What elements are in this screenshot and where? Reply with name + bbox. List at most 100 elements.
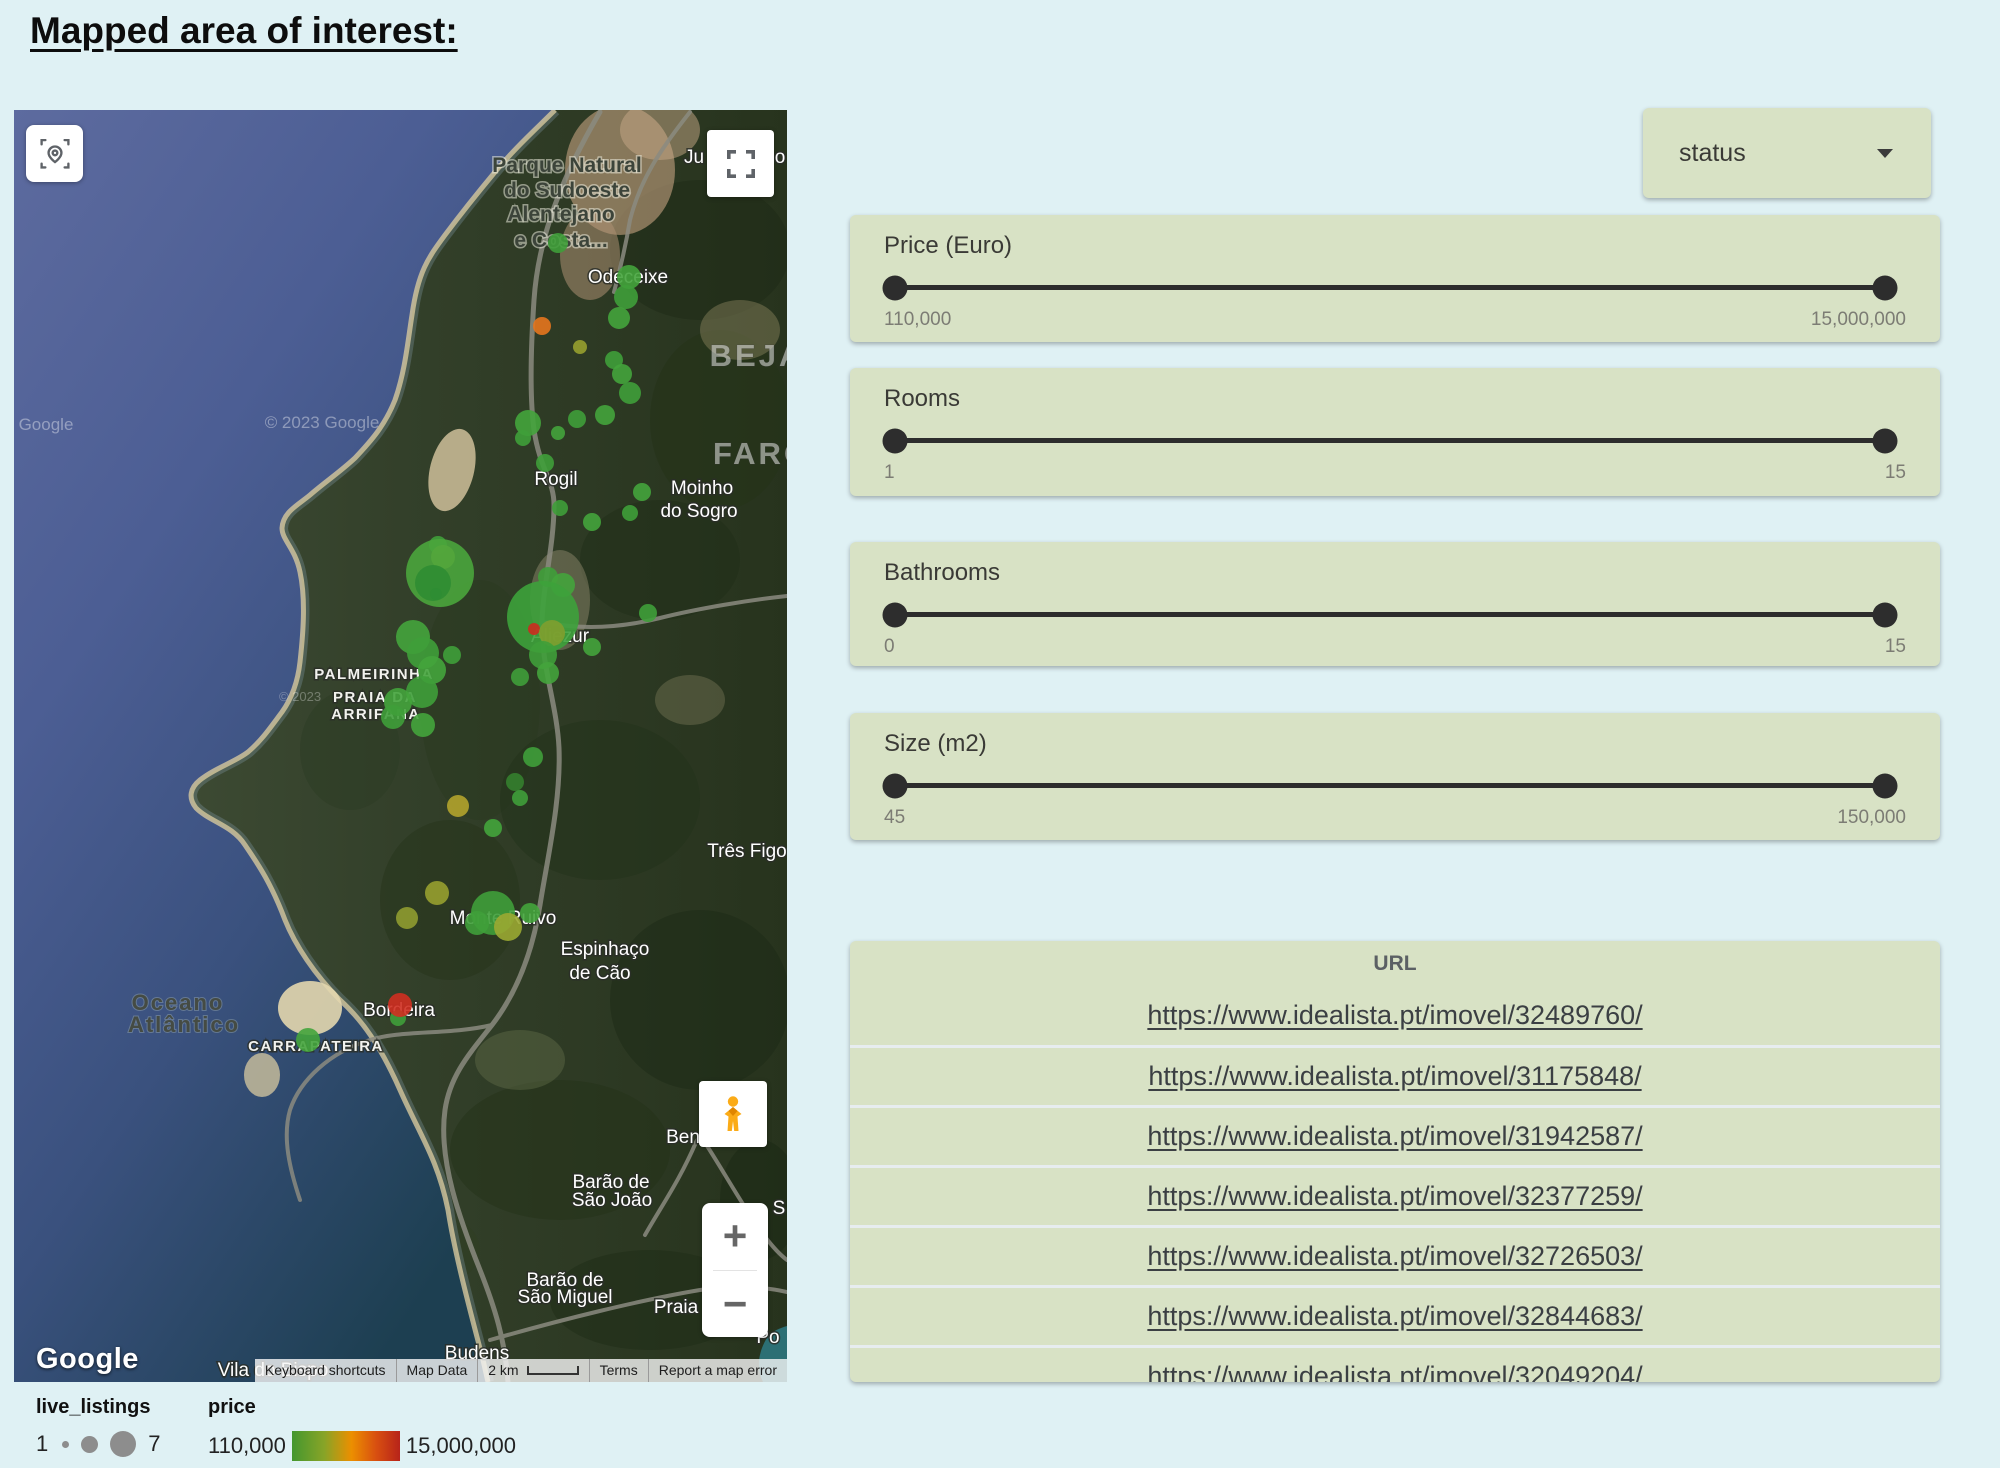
map-label: BEJA (710, 338, 787, 373)
map-point[interactable] (512, 790, 528, 806)
url-link[interactable]: https://www.idealista.pt/imovel/32726503… (1147, 1241, 1642, 1272)
map-label: Praia (654, 1297, 699, 1318)
price-legend-title: price (208, 1396, 516, 1419)
map-data-link[interactable]: Map Data (396, 1359, 478, 1382)
rooms-slider-track[interactable] (895, 438, 1885, 443)
pegman-button[interactable] (699, 1081, 767, 1147)
url-table: URL https://www.idealista.pt/imovel/3248… (850, 941, 1940, 1382)
size-slider-handle-min[interactable] (883, 773, 908, 798)
table-row: https://www.idealista.pt/imovel/31942587… (850, 1105, 1940, 1165)
map-point[interactable] (583, 513, 601, 531)
map-point[interactable] (614, 285, 638, 309)
map-label: de Cão (569, 963, 630, 984)
map-point[interactable] (523, 747, 543, 767)
map-point[interactable] (447, 795, 469, 817)
map-point[interactable] (465, 911, 489, 935)
bathrooms-slider-track[interactable] (895, 612, 1885, 617)
rooms-slider-handle-min[interactable] (883, 428, 908, 453)
url-link[interactable]: https://www.idealista.pt/imovel/31175848… (1148, 1061, 1641, 1092)
terms-link[interactable]: Terms (589, 1359, 648, 1382)
map-point[interactable] (595, 405, 615, 425)
bathrooms-slider-handle-max[interactable] (1873, 602, 1898, 627)
size-legend-min: 1 (36, 1431, 48, 1457)
map-point[interactable] (608, 307, 630, 329)
location-select-icon (40, 139, 70, 169)
price-slider-track[interactable] (895, 285, 1885, 290)
map-point[interactable] (396, 907, 418, 929)
map-label: Moinho (671, 478, 733, 499)
map-point[interactable] (515, 430, 531, 446)
map-point[interactable] (520, 903, 540, 923)
keyboard-shortcuts-link[interactable]: Keyboard shortcuts (255, 1359, 396, 1382)
map-point[interactable] (573, 340, 587, 354)
price-legend: price 110,000 15,000,000 (208, 1396, 516, 1461)
map-label: Alentejano (507, 203, 614, 226)
url-link[interactable]: https://www.idealista.pt/imovel/32049204… (1147, 1361, 1642, 1382)
google-logo[interactable]: Google (36, 1343, 139, 1376)
map-label: do Sogro (660, 501, 737, 522)
url-link[interactable]: https://www.idealista.pt/imovel/32844683… (1147, 1301, 1642, 1332)
rooms-slider-handle-max[interactable] (1873, 428, 1898, 453)
select-area-button[interactable] (26, 125, 83, 182)
rooms-min-value: 1 (884, 462, 895, 484)
url-link[interactable]: https://www.idealista.pt/imovel/32377259… (1147, 1181, 1642, 1212)
url-link[interactable]: https://www.idealista.pt/imovel/32489760… (1147, 1000, 1642, 1031)
table-row: https://www.idealista.pt/imovel/32726503… (850, 1225, 1940, 1285)
map-point[interactable] (388, 993, 412, 1017)
map-point[interactable] (633, 483, 651, 501)
price-slider-handle-max[interactable] (1873, 275, 1898, 300)
map-point[interactable] (533, 317, 551, 335)
table-row: https://www.idealista.pt/imovel/32489760… (850, 985, 1940, 1045)
zoom-out-button[interactable]: − (702, 1271, 768, 1338)
map-point[interactable] (536, 454, 554, 472)
status-dropdown[interactable]: status (1643, 108, 1931, 198)
map-point[interactable] (381, 705, 405, 729)
bathrooms-min-value: 0 (884, 636, 895, 658)
map-label: Atlântico (128, 1012, 240, 1037)
map-point[interactable] (619, 382, 641, 404)
map-point[interactable] (430, 588, 442, 600)
price-filter-card: Price (Euro) 110,000 15,000,000 (850, 215, 1940, 342)
size-slider-handle-max[interactable] (1873, 773, 1898, 798)
map-point[interactable] (568, 410, 586, 428)
map-point[interactable] (583, 638, 601, 656)
map-point[interactable] (425, 881, 449, 905)
map-point[interactable] (494, 913, 522, 941)
map-point[interactable] (411, 713, 435, 737)
report-map-error-link[interactable]: Report a map error (648, 1359, 787, 1382)
map-canvas[interactable]: Parque Naturaldo SudoesteAlentejanoe Cos… (14, 110, 787, 1382)
price-slider-handle-min[interactable] (883, 275, 908, 300)
legend-dot-large (110, 1431, 136, 1457)
map-label: o (775, 147, 786, 168)
table-row: https://www.idealista.pt/imovel/32844683… (850, 1285, 1940, 1345)
map-point[interactable] (296, 1028, 320, 1052)
size-legend-title: live_listings (36, 1396, 161, 1419)
map-label: Ju (684, 147, 704, 168)
url-link[interactable]: https://www.idealista.pt/imovel/31942587… (1147, 1121, 1642, 1152)
map-label: do Sudoeste (504, 179, 630, 202)
fullscreen-button[interactable] (707, 130, 774, 197)
bathrooms-slider-handle-min[interactable] (883, 602, 908, 627)
table-row: https://www.idealista.pt/imovel/32377259… (850, 1165, 1940, 1225)
map-point[interactable] (511, 668, 529, 686)
map-point[interactable] (639, 604, 657, 622)
table-row: https://www.idealista.pt/imovel/32049204… (850, 1345, 1940, 1382)
map-label: © 2023 Google (265, 413, 380, 432)
map-point[interactable] (622, 505, 638, 521)
size-min-value: 45 (884, 807, 905, 829)
map-point[interactable] (612, 364, 632, 384)
map-point[interactable] (548, 233, 568, 253)
rooms-filter-card: Rooms 1 15 (850, 368, 1940, 496)
size-slider-track[interactable] (895, 783, 1885, 788)
zoom-in-button[interactable]: + (702, 1203, 768, 1270)
size-max-value: 150,000 (1837, 807, 1906, 829)
map-point[interactable] (443, 646, 461, 664)
map-point[interactable] (551, 426, 565, 440)
map-scale: 2 km (477, 1359, 588, 1382)
map-point[interactable] (537, 662, 559, 684)
map-point[interactable] (506, 773, 524, 791)
map-point[interactable] (484, 819, 502, 837)
map-point[interactable] (552, 500, 568, 516)
zoom-control: + − (702, 1203, 768, 1337)
map-point[interactable] (528, 623, 540, 635)
